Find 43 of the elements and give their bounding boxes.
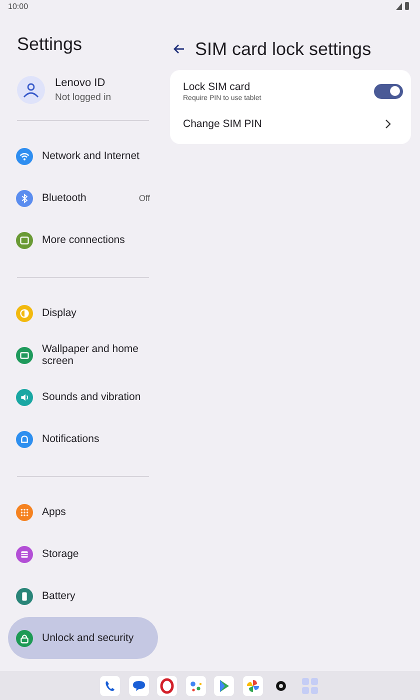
sidebar-item[interactable]: Unlock and security bbox=[8, 617, 158, 660]
sidebar-item[interactable]: Bluetooth Off bbox=[8, 177, 158, 220]
signal-battery-icon bbox=[396, 2, 410, 10]
page-title: SIM card lock settings bbox=[195, 38, 372, 60]
item-label: Apps bbox=[42, 506, 67, 518]
photos-app-icon[interactable] bbox=[242, 676, 263, 696]
messages-app-icon[interactable] bbox=[128, 676, 149, 696]
sidebar-item[interactable]: Sounds and vibration bbox=[8, 376, 158, 418]
account-item[interactable]: Lenovo ID Not logged in bbox=[8, 64, 158, 116]
item-label: Battery bbox=[42, 590, 76, 602]
item-label: Sounds and vibration bbox=[42, 391, 142, 404]
item-value: Off bbox=[138, 193, 150, 204]
sidebar-item[interactable]: Display bbox=[8, 292, 158, 334]
item-label: Display bbox=[42, 307, 78, 320]
sidebar-item[interactable]: Wallpaper and home screen bbox=[8, 334, 158, 376]
browser-app-icon[interactable] bbox=[157, 676, 178, 696]
item-label: Wallpaper and home screen bbox=[42, 343, 140, 368]
row-label: Lock SIM card bbox=[183, 80, 252, 93]
item-label: Bluetooth bbox=[42, 192, 88, 204]
sidebar-item[interactable]: Storage bbox=[8, 533, 158, 576]
item-label: Unlock and security bbox=[42, 632, 135, 644]
settings-row[interactable]: Change SIM PIN bbox=[170, 108, 411, 140]
item-label: More connections bbox=[42, 234, 126, 246]
account-name: Lenovo ID bbox=[55, 77, 106, 90]
item-label: Storage bbox=[42, 548, 80, 560]
item-label: Network and Internet bbox=[42, 150, 140, 162]
phone-app-icon[interactable] bbox=[100, 676, 120, 696]
assistant-app-icon[interactable] bbox=[186, 676, 206, 696]
sidebar-item[interactable]: Notifications bbox=[8, 418, 158, 460]
avatar-icon bbox=[17, 76, 45, 104]
account-status: Not logged in bbox=[55, 92, 111, 104]
back-icon[interactable] bbox=[173, 44, 185, 54]
sidebar-item[interactable]: More connections bbox=[8, 219, 158, 262]
sidebar-item[interactable]: Apps bbox=[8, 491, 158, 534]
chevron-icon bbox=[385, 119, 391, 130]
row-label: Change SIM PIN bbox=[183, 118, 262, 130]
sidebar-item[interactable]: Network and Internet bbox=[8, 135, 158, 178]
store-app-icon[interactable] bbox=[214, 676, 234, 696]
status-time: 10:00 bbox=[8, 2, 28, 11]
item-label: Notifications bbox=[42, 433, 100, 446]
settings-title: Settings bbox=[16, 33, 84, 56]
toggle-switch[interactable] bbox=[374, 84, 403, 99]
sidebar-item[interactable]: Battery bbox=[8, 575, 158, 618]
